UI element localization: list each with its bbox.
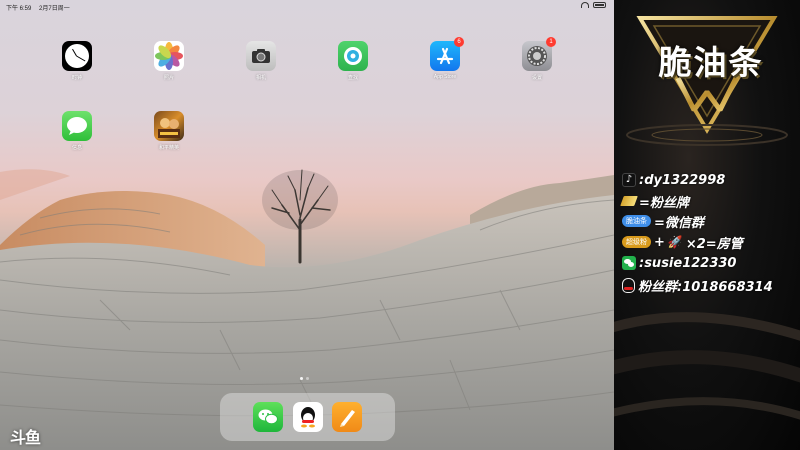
app-messages[interactable]: 信息 bbox=[57, 111, 97, 151]
gift-chip: 超级粉 bbox=[622, 236, 651, 248]
app-label: 和平精英 bbox=[158, 145, 179, 151]
app-label: App Store bbox=[433, 74, 457, 80]
douyin-row: ♪ :dy1322998 bbox=[622, 171, 725, 189]
find-my-icon bbox=[338, 41, 368, 71]
dock bbox=[220, 393, 395, 441]
douyin-id: :dy1322998 bbox=[639, 172, 726, 188]
page-dot-active bbox=[300, 377, 303, 380]
qq-icon[interactable] bbox=[293, 402, 323, 432]
app-peace-elite[interactable]: 和平精英 bbox=[149, 111, 189, 151]
photos-icon bbox=[154, 41, 184, 71]
app-label: 时钟 bbox=[71, 75, 82, 81]
plus-sign: + bbox=[654, 234, 665, 250]
app-app-store[interactable]: 6 App Store bbox=[425, 37, 465, 80]
wechat-group-row: 脆油条 =微信群 bbox=[622, 212, 704, 231]
streamer-info-panel: 脆油条 ♪ :dy1322998 =粉丝牌 脆油条 =微信群 超级粉 + 🚀 ×… bbox=[614, 0, 800, 450]
fan-badge-text: =粉丝牌 bbox=[639, 195, 689, 211]
wechat-id-row: :susie122330 bbox=[622, 254, 736, 272]
clock-icon bbox=[62, 41, 92, 71]
app-clock[interactable]: 时钟 bbox=[57, 41, 97, 81]
status-date: 2月7日周一 bbox=[39, 6, 70, 12]
fan-badge-icon bbox=[620, 196, 638, 206]
app-label: 信息 bbox=[71, 145, 82, 151]
camera-icon bbox=[246, 41, 276, 71]
wechat-id-text: :susie122330 bbox=[639, 255, 737, 271]
tiktok-icon: ♪ bbox=[622, 173, 636, 187]
status-time: 下午 6:59 bbox=[6, 6, 32, 12]
wechat-icon bbox=[622, 256, 636, 270]
app-photos[interactable]: 照片 bbox=[149, 41, 189, 81]
app-camera[interactable]: 相机 bbox=[241, 41, 281, 81]
rocket-icon: 🚀 bbox=[667, 235, 683, 249]
app-find-my[interactable]: 查找 bbox=[333, 41, 373, 81]
fan-group-row: 粉丝群:1018668314 bbox=[622, 276, 773, 295]
app-label: 查找 bbox=[347, 75, 358, 81]
game-icon bbox=[154, 111, 184, 141]
pencil-icon[interactable] bbox=[332, 402, 362, 432]
page-indicator[interactable] bbox=[300, 377, 309, 380]
room-admin-text: ×2=房管 bbox=[685, 236, 743, 252]
wifi-icon bbox=[581, 2, 589, 8]
room-admin-row: 超级粉 + 🚀 ×2=房管 bbox=[622, 233, 743, 252]
qq-icon bbox=[622, 277, 635, 293]
group-chip: 脆油条 bbox=[622, 215, 651, 227]
fan-group-text: 粉丝群:1018668314 bbox=[638, 279, 773, 295]
notification-badge: 6 bbox=[454, 37, 464, 47]
fan-badge-row: =粉丝牌 bbox=[620, 192, 689, 211]
battery-icon bbox=[593, 2, 606, 8]
status-bar: 下午 6:59 2月7日周一 bbox=[0, 0, 614, 14]
app-label: 设置 bbox=[531, 75, 542, 81]
messages-icon bbox=[62, 111, 92, 141]
ipad-home-screen: 下午 6:59 2月7日周一 时钟 照片 相机 查找 6 App Store 1… bbox=[0, 0, 614, 450]
douyu-watermark: 斗鱼 bbox=[10, 430, 41, 447]
wechat-group-text: =微信群 bbox=[654, 215, 704, 231]
app-label: 相机 bbox=[255, 75, 266, 81]
app-settings[interactable]: 1 设置 bbox=[517, 37, 557, 81]
app-label: 照片 bbox=[163, 75, 174, 81]
notification-badge: 1 bbox=[546, 37, 556, 47]
wechat-icon[interactable] bbox=[253, 402, 283, 432]
page-dot bbox=[306, 377, 309, 380]
streamer-name-title: 脆油条 bbox=[658, 43, 764, 82]
